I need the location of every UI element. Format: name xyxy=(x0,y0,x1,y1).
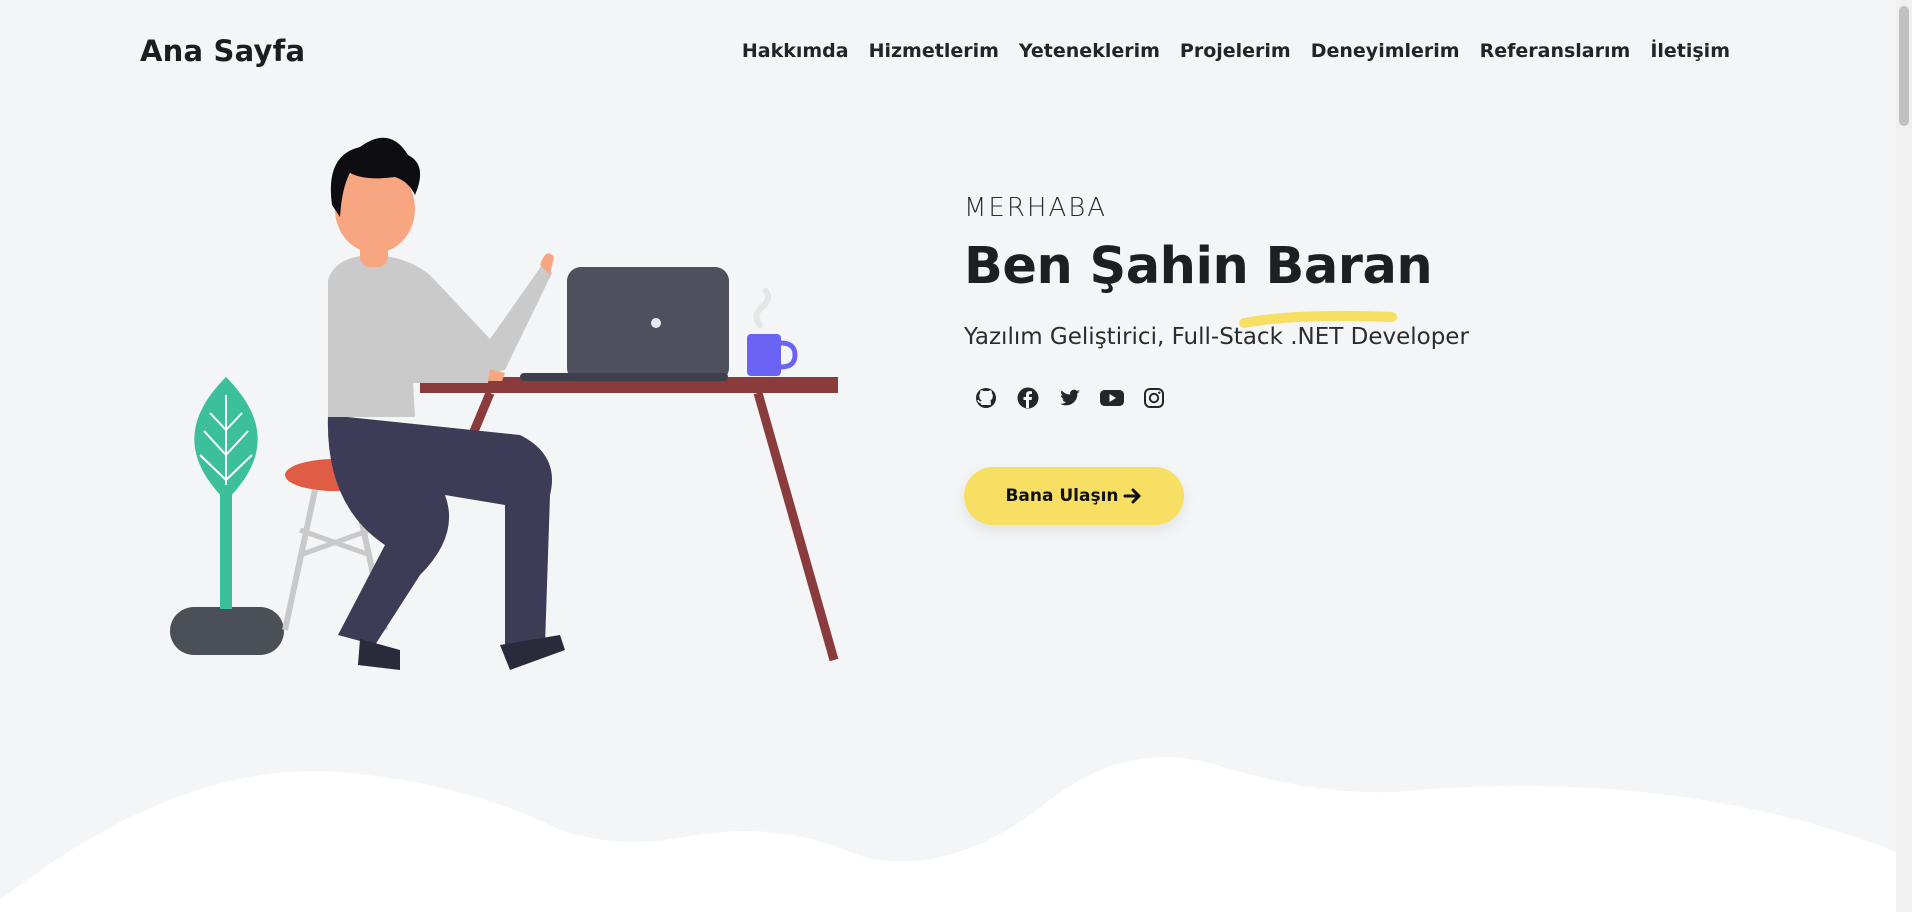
nav-item-yeteneklerim[interactable]: Yeteneklerim xyxy=(1019,40,1160,62)
hero-greeting: MERHABA xyxy=(964,193,1108,223)
main-nav: Hakkımda Hizmetlerim Yeteneklerim Projel… xyxy=(722,40,1730,62)
wave-divider-decoration xyxy=(0,757,1896,912)
developer-illustration xyxy=(170,137,839,670)
desk-illustration xyxy=(420,377,839,662)
nav-item-hakkimda[interactable]: Hakkımda xyxy=(742,40,849,62)
page-scrollbar[interactable] xyxy=(1896,0,1912,912)
laptop-illustration xyxy=(520,267,729,382)
plant-illustration xyxy=(170,377,284,655)
nav-item-hizmetlerim[interactable]: Hizmetlerim xyxy=(869,40,999,62)
youtube-icon[interactable] xyxy=(1098,384,1126,412)
scrollbar-thumb[interactable] xyxy=(1899,6,1909,126)
nav-item-iletisim[interactable]: İletişim xyxy=(1650,40,1730,62)
instagram-icon[interactable] xyxy=(1140,384,1168,412)
hero-title: Ben Şahin Baran xyxy=(964,237,1433,296)
facebook-icon[interactable] xyxy=(1014,384,1042,412)
hero-section: MERHABA Ben Şahin Baran Yazılım Geliştir… xyxy=(964,193,1664,525)
hero-title-wrap: Ben Şahin Baran xyxy=(964,237,1433,328)
brand-logo-link[interactable]: Ana Sayfa xyxy=(140,34,305,68)
cta-label: Bana Ulaşın xyxy=(1005,486,1119,506)
nav-item-projelerim[interactable]: Projelerim xyxy=(1180,40,1291,62)
github-icon[interactable] xyxy=(972,384,1000,412)
title-underline-decoration xyxy=(1239,310,1397,328)
contact-me-button[interactable]: Bana Ulaşın xyxy=(964,467,1184,525)
social-links xyxy=(972,384,1664,412)
arrow-right-icon xyxy=(1123,488,1141,504)
nav-item-deneyimlerim[interactable]: Deneyimlerim xyxy=(1311,40,1460,62)
twitter-icon[interactable] xyxy=(1056,384,1084,412)
mug-illustration xyxy=(747,288,798,376)
nav-item-referanslarim[interactable]: Referanslarım xyxy=(1480,40,1631,62)
person-illustration xyxy=(327,137,565,670)
